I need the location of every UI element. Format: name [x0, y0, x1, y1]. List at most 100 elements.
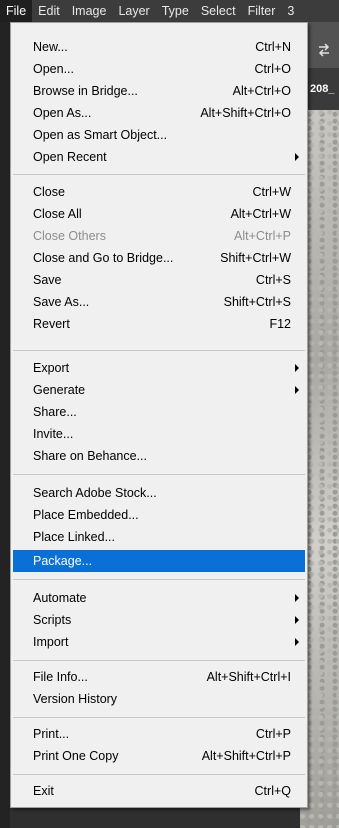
- menu-item-label: Close: [33, 185, 65, 199]
- menu-item-label: Invite...: [33, 427, 74, 441]
- submenu-arrow-icon: [295, 594, 299, 602]
- menu-item-share[interactable]: Share...: [13, 401, 305, 423]
- menu-item-shortcut: F12: [269, 317, 291, 331]
- menu-item-open-as-smart-object[interactable]: Open as Smart Object...: [13, 124, 305, 146]
- menu-item-shortcut: Alt+Ctrl+W: [230, 207, 291, 221]
- menu-item-label: Import: [33, 635, 69, 649]
- menu-item-print[interactable]: Print... Ctrl+P: [13, 723, 305, 745]
- menu-item-label: Place Linked...: [33, 530, 115, 544]
- menu-item-generate[interactable]: Generate: [13, 379, 305, 401]
- menu-item-label: Automate: [33, 591, 87, 605]
- menu-item-open-recent[interactable]: Open Recent: [13, 146, 305, 168]
- toolbar-bottom: [10, 808, 300, 828]
- menu-separator: [13, 774, 305, 775]
- menu-item-open-as[interactable]: Open As... Alt+Shift+Ctrl+O: [13, 102, 305, 124]
- menu-separator: [13, 350, 305, 351]
- swap-arrows-icon[interactable]: [316, 42, 332, 58]
- menu-item-label: Close All: [33, 207, 82, 221]
- submenu-arrow-icon: [295, 153, 299, 161]
- submenu-arrow-icon: [295, 638, 299, 646]
- menu-item-shortcut: Alt+Shift+Ctrl+I: [206, 670, 291, 684]
- menu-bar: File Edit Image Layer Type Select Filter…: [0, 0, 339, 22]
- menu-item-label: Search Adobe Stock...: [33, 486, 157, 500]
- menu-item-shortcut: Alt+Shift+Ctrl+P: [201, 749, 291, 763]
- menu-item-close-others: Close Others Alt+Ctrl+P: [13, 225, 305, 247]
- menu-item-save[interactable]: Save Ctrl+S: [13, 269, 305, 291]
- menu-item-shortcut: Shift+Ctrl+S: [223, 295, 291, 309]
- menu-item-share-on-behance[interactable]: Share on Behance...: [13, 445, 305, 467]
- menu-item-shortcut: Shift+Ctrl+W: [220, 251, 291, 265]
- menu-item-print-one-copy[interactable]: Print One Copy Alt+Shift+Ctrl+P: [13, 745, 305, 767]
- menu-item-new[interactable]: New... Ctrl+N: [13, 36, 305, 58]
- menu-item-label: New...: [33, 40, 68, 54]
- menubar-select[interactable]: Select: [195, 0, 242, 22]
- menu-item-exit[interactable]: Exit Ctrl+Q: [13, 780, 305, 802]
- menu-item-shortcut: Ctrl+Q: [254, 784, 291, 798]
- menu-item-label: Revert: [33, 317, 70, 331]
- menu-item-shortcut: Alt+Shift+Ctrl+O: [200, 106, 291, 120]
- menu-item-close-all[interactable]: Close All Alt+Ctrl+W: [13, 203, 305, 225]
- submenu-arrow-icon: [295, 386, 299, 394]
- menubar-type[interactable]: Type: [156, 0, 195, 22]
- menu-item-label: Generate: [33, 383, 86, 397]
- menu-item-label: Open Recent: [33, 150, 107, 164]
- menu-item-shortcut: Ctrl+W: [252, 185, 291, 199]
- menu-item-export[interactable]: Export: [13, 357, 305, 379]
- menu-item-shortcut: Ctrl+P: [255, 727, 291, 741]
- menu-item-label: Place Embedded...: [33, 508, 139, 522]
- menu-separator: [13, 660, 305, 661]
- menu-item-revert[interactable]: Revert F12: [13, 313, 305, 335]
- menu-item-label: Close and Go to Bridge...: [33, 251, 174, 265]
- menu-item-package[interactable]: Package...: [13, 550, 305, 572]
- menu-item-shortcut: Alt+Ctrl+O: [232, 84, 291, 98]
- menu-item-import[interactable]: Import: [13, 631, 305, 653]
- menu-item-label: Exit: [33, 784, 54, 798]
- menu-item-shortcut: Alt+Ctrl+P: [234, 229, 291, 243]
- menu-item-label: Browse in Bridge...: [33, 84, 138, 98]
- menubar-file[interactable]: File: [0, 0, 33, 22]
- menu-item-label: Scripts: [33, 613, 72, 627]
- menu-item-automate[interactable]: Automate: [13, 587, 305, 609]
- menu-item-label: Export: [33, 361, 70, 375]
- menubar-image[interactable]: Image: [66, 0, 113, 22]
- menu-separator: [13, 579, 305, 580]
- menu-item-close[interactable]: Close Ctrl+W: [13, 181, 305, 203]
- menu-item-label: Open...: [33, 62, 74, 76]
- menu-item-label: Open As...: [33, 106, 92, 120]
- menu-item-browse-in-bridge[interactable]: Browse in Bridge... Alt+Ctrl+O: [13, 80, 305, 102]
- menu-item-scripts[interactable]: Scripts: [13, 609, 305, 631]
- menu-item-label: Open as Smart Object...: [33, 128, 168, 142]
- menubar-edit[interactable]: Edit: [32, 0, 66, 22]
- file-menu: New... Ctrl+N Open... Ctrl+O Browse in B…: [10, 22, 308, 808]
- menu-item-label: Package...: [33, 554, 93, 568]
- menu-item-label: File Info...: [33, 670, 88, 684]
- menu-item-label: Share on Behance...: [33, 449, 147, 463]
- menu-item-open[interactable]: Open... Ctrl+O: [13, 58, 305, 80]
- menu-item-label: Save As...: [33, 295, 90, 309]
- menu-item-label: Print One Copy: [33, 749, 119, 763]
- menubar-layer[interactable]: Layer: [112, 0, 155, 22]
- left-toolbar-edge: [0, 22, 10, 828]
- menu-item-search-adobe-stock[interactable]: Search Adobe Stock...: [13, 482, 305, 504]
- menubar-3d[interactable]: 3: [281, 0, 300, 22]
- menu-separator: [13, 717, 305, 718]
- menu-item-file-info[interactable]: File Info... Alt+Shift+Ctrl+I: [13, 666, 305, 688]
- menu-item-label: Close Others: [33, 229, 106, 243]
- menu-item-close-and-go-to-bridge[interactable]: Close and Go to Bridge... Shift+Ctrl+W: [13, 247, 305, 269]
- menubar-filter[interactable]: Filter: [242, 0, 282, 22]
- menu-item-version-history[interactable]: Version History: [13, 688, 305, 710]
- menu-item-place-linked[interactable]: Place Linked...: [13, 526, 305, 548]
- menu-item-invite[interactable]: Invite...: [13, 423, 305, 445]
- menu-item-label: Print...: [33, 727, 70, 741]
- menu-item-label: Share...: [33, 405, 77, 419]
- menu-item-shortcut: Ctrl+O: [254, 62, 291, 76]
- menu-item-place-embedded[interactable]: Place Embedded...: [13, 504, 305, 526]
- menu-separator: [13, 474, 305, 475]
- submenu-arrow-icon: [295, 616, 299, 624]
- menu-item-save-as[interactable]: Save As... Shift+Ctrl+S: [13, 291, 305, 313]
- menu-item-label: Version History: [33, 692, 118, 706]
- menu-item-shortcut: Ctrl+S: [255, 273, 291, 287]
- menu-separator: [13, 174, 305, 175]
- submenu-arrow-icon: [295, 364, 299, 372]
- menu-item-label: Save: [33, 273, 62, 287]
